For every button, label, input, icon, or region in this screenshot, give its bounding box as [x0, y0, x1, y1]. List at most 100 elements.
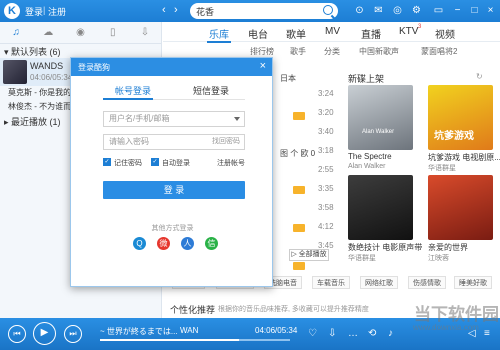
album-cover[interactable]	[348, 175, 413, 240]
album-title[interactable]: 亲爱的世界	[428, 242, 468, 253]
sound-effect-icon[interactable]: ♪	[388, 328, 393, 339]
search-input[interactable]	[196, 4, 316, 18]
tag-item[interactable]: 网络红歌	[360, 276, 398, 289]
forward-arrow-icon[interactable]: ›	[174, 4, 178, 16]
nav-radio[interactable]: 电台	[248, 26, 268, 41]
play-all-button[interactable]: ▷ 全部播放	[289, 249, 329, 261]
hot-badge	[293, 224, 305, 232]
album-artist[interactable]: 华语群星	[428, 163, 456, 173]
nav-ktv[interactable]: KTV	[399, 26, 418, 37]
album-title[interactable]: The Spectre	[348, 152, 392, 161]
qq-login-icon[interactable]: Q	[133, 237, 146, 250]
progress-bar[interactable]	[100, 339, 290, 341]
default-list-header[interactable]: ▾ 默认列表 (6)	[0, 44, 161, 58]
nav-playlists[interactable]: 歌单	[286, 26, 306, 41]
tag-item[interactable]: 伤感情歌	[408, 276, 446, 289]
kugou-logo: K	[4, 3, 20, 19]
close-icon[interactable]: ×	[484, 4, 497, 17]
minimize-icon[interactable]: −	[451, 4, 464, 17]
other-login-label: 其他方式登录	[151, 225, 194, 232]
refresh-icon[interactable]: ↻	[476, 72, 483, 81]
more-icon[interactable]: …	[348, 328, 358, 339]
radio-tab-icon[interactable]: ◉	[64, 22, 96, 43]
hot-badge	[293, 112, 305, 120]
weibo-login-icon[interactable]: 微	[157, 237, 170, 250]
hot-badge	[293, 262, 305, 270]
loop-icon[interactable]: ⟲	[368, 328, 376, 339]
search-box[interactable]	[190, 3, 338, 19]
sub-nav-charts[interactable]: 排行榜	[250, 46, 274, 57]
row-duration: 2:55	[318, 165, 334, 174]
message-icon[interactable]: ✉	[372, 4, 385, 17]
tab-sms-login[interactable]: 短信登录	[193, 84, 229, 97]
sub-nav-artists[interactable]: 歌手	[290, 46, 306, 57]
sub-nav-voice-of-china[interactable]: 中国新歌声	[359, 46, 399, 57]
row-duration: 3:58	[318, 203, 334, 212]
album-cover-text: 坑爹游戏	[434, 131, 474, 142]
album-artist[interactable]: 华语群星	[348, 253, 376, 263]
game-icon[interactable]: ⊙	[353, 4, 366, 17]
row-duration: 3:35	[318, 184, 334, 193]
play-button[interactable]: ▶	[33, 322, 56, 345]
tag-item[interactable]: 车载音乐	[312, 276, 350, 289]
player-time: 04:06/05:34	[255, 326, 298, 335]
list-snippet: 图 个 欧 0	[280, 149, 316, 158]
username-field[interactable]: 用户名/手机/邮箱	[103, 111, 245, 127]
download-tab-icon[interactable]: ⇩	[129, 22, 161, 43]
forgot-password-link[interactable]: 找回密码	[212, 135, 240, 149]
album-cover[interactable]: Alan Walker	[348, 85, 413, 150]
playlist-icon[interactable]: ≡	[484, 328, 490, 339]
nav-live[interactable]: 直播	[361, 26, 381, 41]
mini-mode-icon[interactable]: ▭	[432, 4, 445, 17]
ktv-badge: 3	[418, 24, 422, 30]
auto-login-checkbox[interactable]: ✓	[151, 158, 159, 166]
album-title[interactable]: 坑爹游戏 电视剧原...	[428, 152, 500, 163]
login-link[interactable]: 登录	[25, 5, 43, 18]
cloud-tab-icon[interactable]: ☁	[32, 22, 64, 43]
back-arrow-icon[interactable]: ‹	[162, 4, 166, 16]
nav-video[interactable]: 视频	[435, 26, 455, 41]
account-dropdown-icon[interactable]	[234, 117, 240, 121]
album-artist[interactable]: Alan Walker	[348, 163, 385, 170]
login-separator: |	[43, 5, 46, 15]
remember-password-checkbox[interactable]: ✓	[103, 158, 111, 166]
sub-nav-masked-singer[interactable]: 蒙面唱将2	[421, 46, 457, 57]
row-duration: 3:40	[318, 127, 334, 136]
watermark: 当下软件园	[414, 305, 499, 324]
dialog-close-icon[interactable]: ×	[260, 60, 266, 72]
album-artist[interactable]: 江映蓉	[428, 253, 449, 263]
favorite-icon[interactable]: ♡	[308, 328, 317, 339]
remember-password-label: 记住密码	[114, 160, 142, 167]
register-link[interactable]: 注册	[48, 5, 66, 18]
player-track-title: ~ 世界が終るまでは...	[100, 327, 178, 336]
settings-icon[interactable]: ⚙	[410, 4, 423, 17]
download-icon[interactable]: ⇩	[328, 328, 336, 339]
recommend-heading: 个性化推荐	[170, 305, 216, 315]
previous-button[interactable]: ⏮	[8, 325, 26, 343]
tag-item[interactable]: 睡美好歌	[454, 276, 492, 289]
album-cover[interactable]	[428, 175, 493, 240]
baidu-login-icon[interactable]: 人	[181, 237, 194, 250]
album-title[interactable]: 数绝技计 电影原声带	[348, 242, 422, 253]
now-playing-time: 04:06/05:34	[30, 73, 73, 82]
auto-login-label: 自动登录	[162, 160, 190, 167]
skin-icon[interactable]: ◎	[391, 4, 404, 17]
nav-library[interactable]: 乐库	[209, 26, 229, 41]
login-button[interactable]: 登 录	[103, 181, 245, 199]
device-tab-icon[interactable]: ▯	[97, 22, 129, 43]
register-account-link[interactable]: 注册帐号	[217, 158, 245, 168]
album-cover[interactable]: 坑爹游戏	[428, 85, 493, 150]
search-icon[interactable]	[323, 5, 333, 15]
tab-account-login[interactable]: 帐号登录	[115, 84, 151, 97]
password-field[interactable]: 请输入密码 找回密码	[103, 134, 245, 150]
maximize-icon[interactable]: □	[468, 4, 481, 17]
progress-fill	[100, 339, 239, 341]
wechat-login-icon[interactable]: 信	[205, 237, 218, 250]
album-cover-text: Alan Walker	[362, 129, 395, 135]
next-button[interactable]: ⏭	[64, 325, 82, 343]
nav-mv[interactable]: MV	[325, 26, 340, 37]
sub-nav-categories[interactable]: 分类	[324, 46, 340, 57]
music-tab-icon[interactable]: ♫	[0, 22, 32, 43]
expand-icon: ▸	[4, 117, 12, 127]
username-placeholder: 用户名/手机/邮箱	[109, 114, 170, 123]
